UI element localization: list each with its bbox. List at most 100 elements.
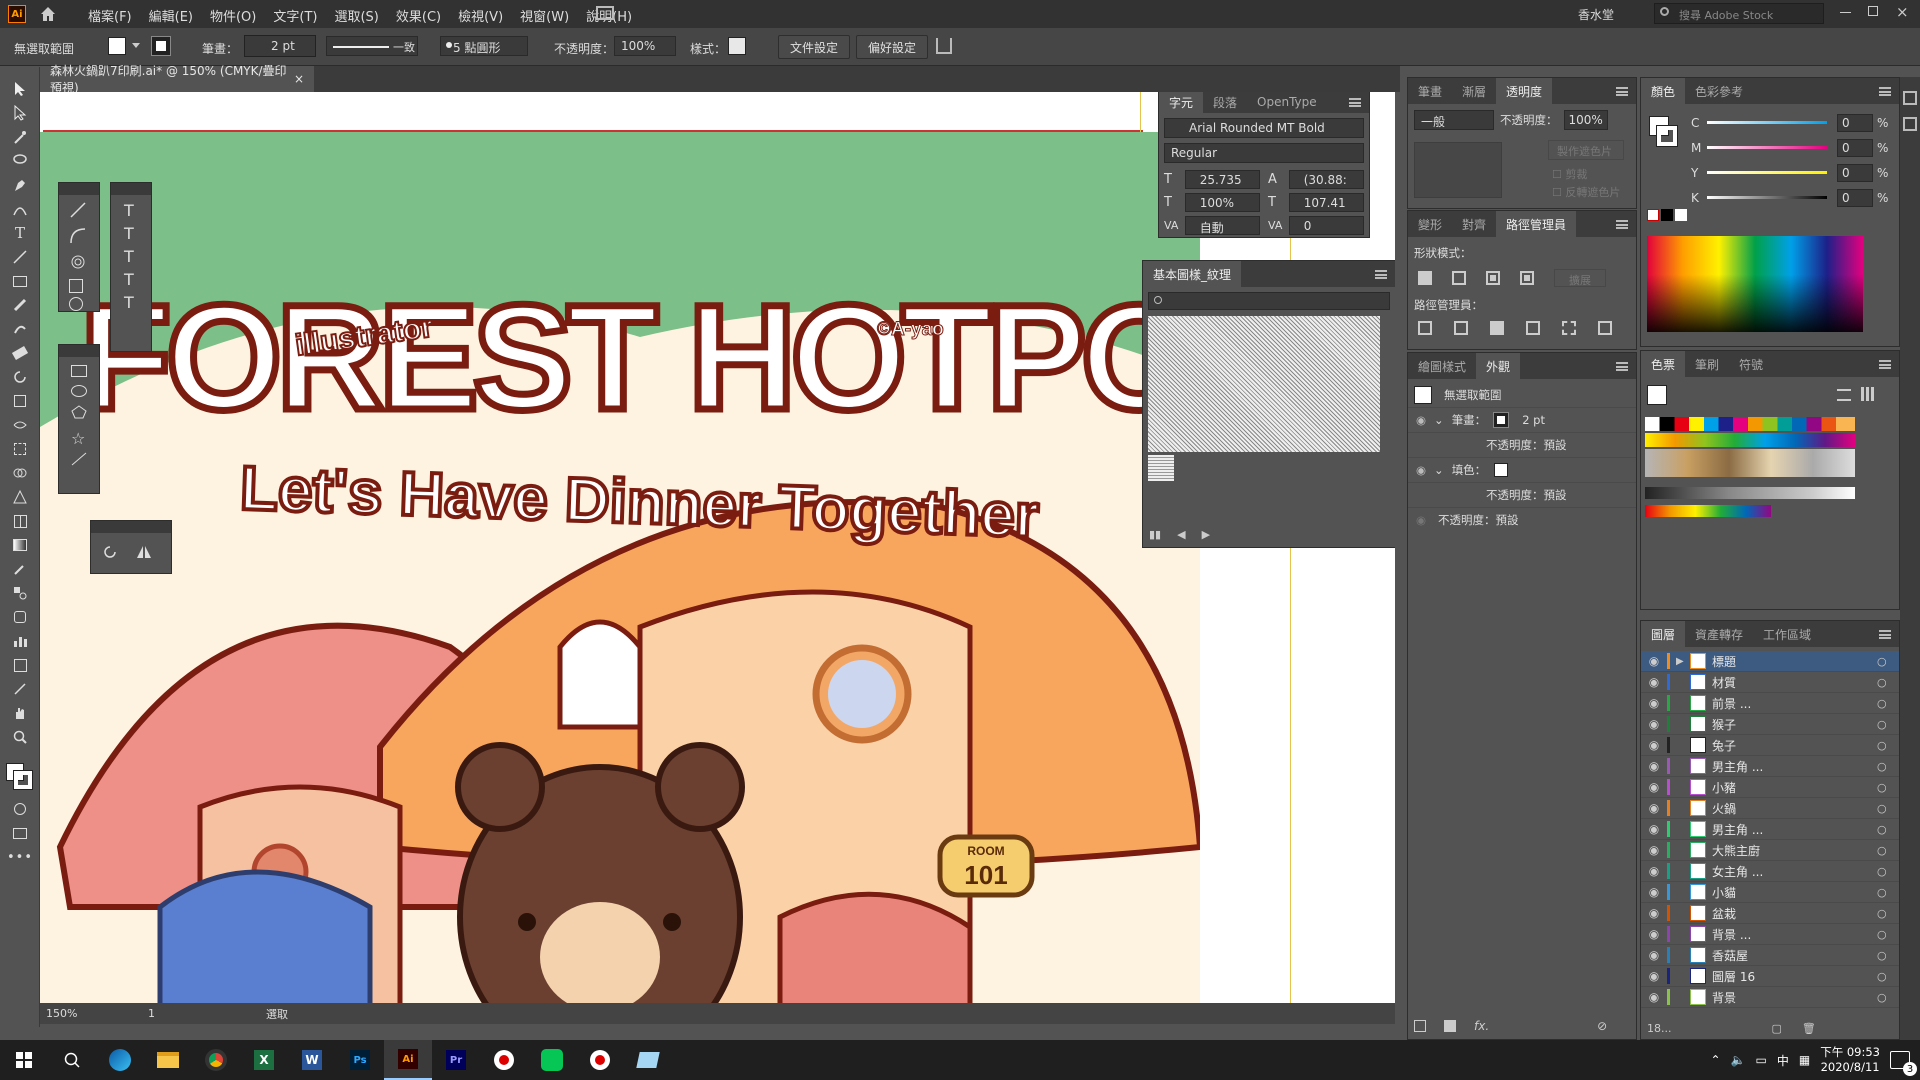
layer-expand-icon[interactable]: ▶ — [1676, 656, 1690, 667]
blend-mode-select[interactable]: 一般 — [1414, 110, 1494, 130]
layer-row[interactable]: ◉ 圖層 16 ○ — [1641, 966, 1899, 987]
stroke-color-swatch[interactable] — [1493, 412, 1510, 428]
expand-chevron-icon[interactable]: ⌄ — [1434, 463, 1444, 477]
layer-name[interactable]: 女主角 ... — [1712, 863, 1877, 880]
visibility-eye-icon[interactable]: ◉ — [1641, 654, 1667, 668]
area-type-tool-icon[interactable]: T — [111, 220, 151, 243]
menu-type[interactable]: 文字(T) — [273, 6, 317, 25]
expand-chevron-icon[interactable]: ⌄ — [1434, 413, 1444, 427]
new-layer-icon[interactable]: ▢ — [1772, 1022, 1782, 1035]
layer-target-icon[interactable]: ○ — [1877, 697, 1899, 710]
artboard-field[interactable]: 1 — [148, 1007, 178, 1020]
layer-row[interactable]: ◉ 背景 ... ○ — [1641, 924, 1899, 945]
black-slider[interactable] — [1707, 196, 1827, 199]
layer-name[interactable]: 盆栽 — [1712, 905, 1877, 922]
yellow-field[interactable]: 0 — [1837, 163, 1873, 182]
tab-graphic-styles[interactable]: 繪圖樣式 — [1408, 353, 1476, 379]
tab-layers[interactable]: 圖層 — [1641, 621, 1686, 647]
document-tab[interactable]: 森林火鍋趴7印刷.ai* @ 150% (CMYK/疊印預視) × — [40, 64, 314, 95]
stroke-weight-value[interactable]: 2 pt — [1522, 413, 1545, 427]
panel-menu-icon[interactable] — [1349, 97, 1361, 107]
layer-name[interactable]: 大熊主廚 — [1712, 842, 1877, 859]
tab-asset-export[interactable]: 資產轉存 — [1685, 621, 1753, 647]
zoom-field[interactable]: 150% — [46, 1007, 90, 1020]
layer-row[interactable]: ◉ 兔子 ○ — [1641, 735, 1899, 756]
visibility-eye-icon[interactable]: ◉ — [1641, 864, 1667, 878]
layer-row[interactable]: ◉ 火鍋 ○ — [1641, 798, 1899, 819]
restore-icon[interactable] — [1868, 6, 1878, 16]
document-setup-button[interactable]: 文件設定 — [778, 35, 851, 59]
volume-icon[interactable]: 🔈 — [1731, 1053, 1746, 1067]
column-graph-tool-icon[interactable] — [0, 629, 40, 653]
yellow-slider[interactable] — [1707, 171, 1827, 174]
swatch-grid[interactable] — [1645, 417, 1855, 537]
outline-icon[interactable] — [1562, 321, 1576, 335]
font-size-field[interactable]: 25.735 — [1184, 170, 1260, 189]
layer-row[interactable]: ◉ 香菇屋 ○ — [1641, 945, 1899, 966]
flare-tool-icon[interactable] — [59, 448, 99, 470]
pattern-search-input[interactable] — [1148, 292, 1390, 310]
panel-menu-icon[interactable] — [1375, 269, 1387, 279]
screen-recorder-icon[interactable] — [576, 1040, 624, 1080]
network-icon[interactable]: ▭ — [1756, 1053, 1767, 1067]
paintbrush-tool-icon[interactable] — [0, 293, 40, 317]
tab-character[interactable]: 字元 — [1159, 92, 1204, 115]
merge-icon[interactable] — [1490, 321, 1504, 335]
none-color-swatch[interactable] — [1647, 209, 1659, 221]
tab-transform[interactable]: 變形 — [1408, 211, 1452, 237]
selection-tool-icon[interactable] — [0, 77, 40, 101]
layer-target-icon[interactable]: ○ — [1877, 844, 1899, 857]
panel-menu-icon[interactable] — [1616, 219, 1628, 229]
stroke-opacity-value[interactable]: 不透明度：預設 — [1486, 437, 1567, 453]
layer-target-icon[interactable]: ○ — [1877, 718, 1899, 731]
touch-type-tool-icon[interactable]: T — [111, 289, 151, 312]
cyan-field[interactable]: 0 — [1837, 113, 1873, 132]
layer-name[interactable]: 前景 ... — [1712, 695, 1877, 712]
clip-checkbox[interactable]: ☐ 剪裁 — [1552, 166, 1587, 182]
eraser-tool-icon[interactable] — [0, 341, 40, 365]
layer-row[interactable]: ◉ 小貓 ○ — [1641, 882, 1899, 903]
tab-opentype[interactable]: OpenType — [1247, 92, 1327, 115]
record-app-icon[interactable] — [480, 1040, 528, 1080]
reflect-tool-icon[interactable] — [135, 543, 153, 561]
pattern-swatch-grid[interactable] — [1148, 316, 1380, 452]
stroke-swatch[interactable] — [151, 36, 171, 56]
layer-row[interactable]: ◉ 猴子 ○ — [1641, 714, 1899, 735]
library-menu-icon[interactable]: ▮▮ — [1149, 528, 1161, 541]
visibility-eye-icon[interactable]: ◉ — [1641, 759, 1667, 773]
invert-mask-checkbox[interactable]: ☐ 反轉遮色片 — [1552, 184, 1620, 200]
layer-row[interactable]: ◉ 盆栽 ○ — [1641, 903, 1899, 924]
cyan-slider[interactable] — [1707, 121, 1827, 124]
pen-tool-icon[interactable] — [0, 173, 40, 197]
visibility-eye-icon[interactable]: ◉ — [1641, 906, 1667, 920]
panel-menu-icon[interactable] — [1879, 359, 1891, 369]
home-icon[interactable] — [38, 4, 58, 28]
pattern-swatch[interactable] — [1148, 455, 1174, 481]
layer-row[interactable]: ◉ 男主角 ... ○ — [1641, 756, 1899, 777]
grid-view-icon[interactable] — [1861, 387, 1875, 401]
expand-button[interactable]: 擴展 — [1554, 269, 1606, 287]
tracking-field[interactable]: 0 — [1288, 216, 1364, 235]
polar-grid-tool-icon[interactable] — [59, 293, 99, 311]
menu-select[interactable]: 選取(S) — [334, 6, 378, 25]
ellipse-tool-icon[interactable] — [59, 377, 99, 397]
layer-row[interactable]: ◉ 材質 ○ — [1641, 672, 1899, 693]
layer-row[interactable]: ◉ ▶ 標題 ○ — [1641, 651, 1899, 672]
exclude-icon[interactable] — [1520, 271, 1534, 285]
tab-paragraph[interactable]: 段落 — [1203, 92, 1247, 115]
layer-target-icon[interactable]: ○ — [1877, 760, 1899, 773]
menu-file[interactable]: 檔案(F) — [88, 6, 132, 25]
layer-name[interactable]: 背景 — [1712, 989, 1877, 1006]
layer-name[interactable]: 火鍋 — [1712, 800, 1877, 817]
layer-name[interactable]: 男主角 ... — [1712, 821, 1877, 838]
word-icon[interactable]: W — [288, 1040, 336, 1080]
tab-color-guide[interactable]: 色彩參考 — [1685, 78, 1753, 104]
layer-target-icon[interactable]: ○ — [1877, 676, 1899, 689]
type-tool-icon[interactable]: T — [0, 221, 40, 245]
fx-icon[interactable]: fx. — [1474, 1019, 1489, 1033]
layer-row[interactable]: ◉ 背景 ○ — [1641, 987, 1899, 1008]
layer-target-icon[interactable]: ○ — [1877, 886, 1899, 899]
visibility-eye-icon[interactable]: ◉ — [1641, 885, 1667, 899]
minus-back-icon[interactable] — [1598, 321, 1612, 335]
minimize-icon[interactable] — [1840, 12, 1851, 13]
